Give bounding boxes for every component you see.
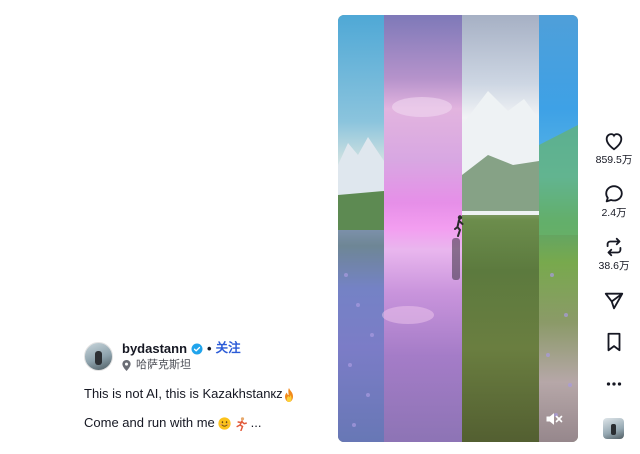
verified-badge-icon (191, 343, 203, 354)
repost-arrows-icon (606, 237, 622, 257)
like-button[interactable]: 859.5万 (590, 130, 638, 166)
fire-emoji-icon (284, 387, 293, 402)
runner-reflection (452, 238, 460, 280)
caption-line-2: Come and run with me ... (84, 415, 262, 431)
caption-ellipsis: ... (250, 415, 262, 430)
heart-icon (605, 133, 623, 151)
bookmark-icon (607, 332, 621, 352)
runner-emoji-icon (236, 416, 247, 431)
caption-text-1: This is not AI, this is Kazakhstanкz (84, 386, 283, 401)
author-name-line: bydastann • 关注 (122, 341, 241, 356)
caption-line-1: This is not AI, this is Kazakhstanкz (84, 386, 295, 402)
more-button[interactable] (590, 376, 638, 392)
like-count: 859.5万 (595, 154, 633, 166)
smiling-face-emoji-icon (218, 417, 232, 430)
caption-text-2: Come and run with me (84, 415, 215, 430)
runner-figure (454, 215, 464, 237)
more-dots-icon (606, 382, 622, 386)
author-row: bydastann • 关注 哈萨克斯坦 (84, 341, 241, 372)
location-pin-icon (122, 360, 131, 371)
save-button[interactable] (590, 331, 638, 353)
comment-button[interactable]: 2.4万 (590, 183, 638, 219)
send-paper-plane-icon (604, 292, 624, 310)
author-meta: bydastann • 关注 哈萨克斯坦 (122, 341, 241, 372)
location-text: 哈萨克斯坦 (136, 359, 191, 371)
repost-button[interactable]: 38.6万 (590, 236, 638, 272)
send-button[interactable] (590, 290, 638, 312)
comment-count: 2.4万 (601, 207, 627, 219)
author-username[interactable]: bydastann (122, 341, 187, 356)
separator-dot: • (207, 341, 212, 356)
music-thumbnail[interactable] (603, 418, 624, 439)
muted-speaker-icon[interactable] (544, 409, 564, 429)
follow-button[interactable]: 关注 (216, 341, 241, 356)
share-count: 38.6万 (598, 260, 630, 272)
video-player[interactable] (338, 15, 578, 442)
location-line[interactable]: 哈萨克斯坦 (122, 359, 241, 372)
comment-bubble-icon (605, 185, 623, 203)
author-avatar[interactable] (84, 342, 113, 371)
